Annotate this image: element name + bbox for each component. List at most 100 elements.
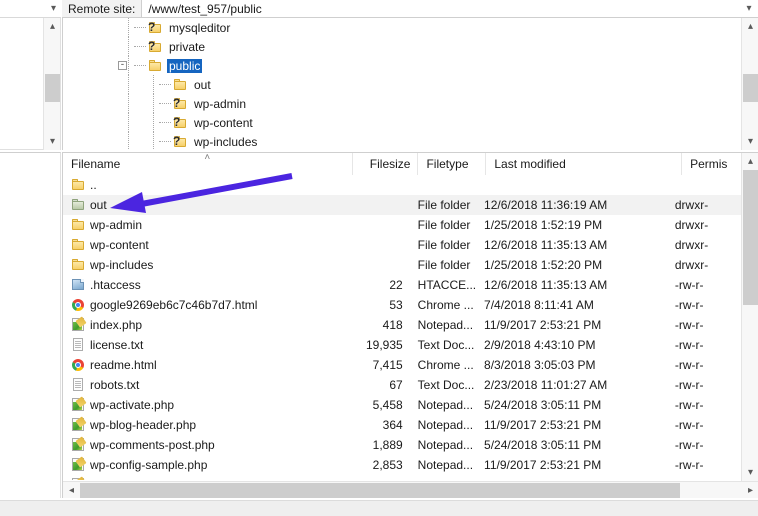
scrollbar-thumb[interactable] (45, 74, 60, 102)
cell-filetype: Notepad... (410, 435, 476, 455)
table-row[interactable]: google9269eb6c7c46b7d7.html53Chrome ...7… (63, 295, 741, 315)
table-row[interactable]: wp-blog-header.php364Notepad...11/9/2017… (63, 415, 741, 435)
column-header-last-modified[interactable]: Last modified (486, 153, 682, 175)
cell-filename[interactable]: .htaccess (63, 275, 345, 295)
tree-collapse-toggle[interactable]: - (118, 61, 127, 70)
table-row[interactable]: .htaccess22HTACCE...12/6/2018 11:35:13 A… (63, 275, 741, 295)
tree-node-public[interactable]: - public (63, 56, 741, 75)
filename-label: wp-admin (90, 218, 142, 232)
tree-node-private[interactable]: ?private (63, 37, 741, 56)
cell-filesize (345, 195, 409, 215)
local-file-list-panel[interactable] (0, 152, 61, 498)
cell-filesize: 53 (345, 295, 409, 315)
tree-node-content[interactable]: public (148, 56, 202, 75)
chevron-down-icon[interactable]: ▾ (742, 464, 758, 481)
cell-filename[interactable]: wp-config-sample.php (63, 455, 345, 475)
scrollbar-thumb[interactable] (743, 74, 758, 102)
tree-node-wp-content[interactable]: ?wp-content (63, 113, 741, 132)
table-row[interactable]: wp-config.php2,573Notepad...11/9/2017 2:… (63, 475, 741, 480)
table-row[interactable]: wp-includesFile folder1/25/2018 1:52:20 … (63, 255, 741, 275)
cell-filetype: Chrome ... (410, 295, 476, 315)
cell-filename[interactable]: wp-blog-header.php (63, 415, 345, 435)
table-row[interactable]: license.txt19,935Text Doc...2/9/2018 4:4… (63, 335, 741, 355)
chevron-down-icon[interactable]: ▾ (44, 133, 61, 150)
chevron-up-icon[interactable]: ▴ (742, 153, 758, 170)
scrollbar-thumb[interactable] (80, 483, 680, 498)
column-header-filetype[interactable]: Filetype (418, 153, 486, 175)
tree-guide-line (153, 113, 154, 132)
remote-tree-vertical-scrollbar[interactable]: ▴ ▾ (741, 18, 758, 150)
tree-tick-line (159, 122, 171, 123)
cell-permissions: drwxr- (667, 215, 741, 235)
cell-filename[interactable]: wp-config.php (63, 475, 345, 480)
table-row[interactable]: wp-config-sample.php2,853Notepad...11/9/… (63, 455, 741, 475)
tree-node-content[interactable]: out (173, 75, 213, 94)
cell-filename[interactable]: wp-content (63, 235, 345, 255)
filename-label: wp-includes (90, 258, 153, 272)
cell-filename[interactable]: wp-comments-post.php (63, 435, 345, 455)
column-header-filesize[interactable]: Filesize (353, 153, 419, 175)
file-list-horizontal-scrollbar[interactable]: ◂ ▸ (63, 481, 758, 498)
cell-last-modified (476, 175, 667, 195)
table-row[interactable]: .. (63, 175, 741, 195)
table-row[interactable]: readme.html7,415Chrome ...8/3/2018 3:05:… (63, 355, 741, 375)
chevron-up-icon[interactable]: ▴ (742, 18, 758, 35)
table-row[interactable]: index.php418Notepad...11/9/2017 2:53:21 … (63, 315, 741, 335)
cell-filename[interactable]: robots.txt (63, 375, 345, 395)
table-row[interactable]: wp-comments-post.php1,889Notepad...5/24/… (63, 435, 741, 455)
table-row[interactable]: wp-adminFile folder1/25/2018 1:52:19 PMd… (63, 215, 741, 235)
tree-node-content[interactable]: ?wp-admin (173, 94, 248, 113)
tree-node-content[interactable]: ?private (148, 37, 207, 56)
chevron-right-icon[interactable]: ▸ (742, 482, 758, 498)
tree-node-out[interactable]: out (63, 75, 741, 94)
tree-guide-line (128, 18, 129, 37)
local-site-combo-strip[interactable]: ▾ (0, 0, 61, 18)
chevron-down-icon[interactable]: ▾ (742, 133, 758, 150)
tree-node-wp-includes[interactable]: ?wp-includes (63, 132, 741, 150)
filename-label: readme.html (90, 358, 157, 372)
cell-last-modified: 1/25/2018 1:52:20 PM (476, 255, 667, 275)
remote-file-list[interactable]: Filename˄FilesizeFiletypeLast modifiedPe… (62, 152, 758, 498)
remote-directory-tree[interactable]: ?mysqleditor?private - publicout?wp-admin?… (62, 18, 758, 150)
cell-filename[interactable]: wp-admin (63, 215, 345, 235)
php-file-icon (71, 318, 85, 332)
file-list-vertical-scrollbar[interactable]: ▴ ▾ (741, 153, 758, 481)
tree-tick-line (134, 65, 146, 66)
cell-filename[interactable]: wp-includes (63, 255, 345, 275)
tree-guide-line (128, 37, 129, 56)
cell-filesize: 67 (345, 375, 409, 395)
column-header-label: Filetype (426, 157, 468, 171)
tree-tick-line (159, 103, 171, 104)
tree-node-content[interactable]: ?wp-content (173, 113, 255, 132)
table-row[interactable]: robots.txt67Text Doc...2/23/2018 11:01:2… (63, 375, 741, 395)
cell-permissions: -rw-r- (667, 395, 741, 415)
tree-node-content[interactable]: ?mysqleditor (148, 18, 232, 37)
chevron-down-icon[interactable]: ▾ (51, 3, 56, 14)
remote-site-input[interactable]: /www/test_957/public (142, 0, 740, 18)
cell-filename[interactable]: index.php (63, 315, 345, 335)
cell-filename[interactable]: .. (63, 175, 345, 195)
local-directory-tree-panel[interactable]: ▴ ▾ (0, 18, 61, 150)
chevron-up-icon[interactable]: ▴ (44, 18, 61, 35)
local-tree-vertical-scrollbar[interactable]: ▴ ▾ (43, 18, 60, 150)
tree-node-content[interactable]: ?wp-includes (173, 132, 259, 150)
status-bar (0, 500, 758, 516)
cell-permissions: -rw-r- (667, 455, 741, 475)
scrollbar-thumb[interactable] (743, 170, 758, 305)
tree-node-wp-admin[interactable]: ?wp-admin (63, 94, 741, 113)
table-row[interactable]: outFile folder12/6/2018 11:36:19 AMdrwxr… (63, 195, 741, 215)
cell-filename[interactable]: out (63, 195, 345, 215)
cell-filename[interactable]: google9269eb6c7c46b7d7.html (63, 295, 345, 315)
table-row[interactable]: wp-activate.php5,458Notepad...5/24/2018 … (63, 395, 741, 415)
file-list-rows[interactable]: ..outFile folder12/6/2018 11:36:19 AMdrw… (63, 175, 741, 480)
cell-filename[interactable]: license.txt (63, 335, 345, 355)
chevron-left-icon[interactable]: ◂ (63, 482, 80, 498)
file-list-column-headers[interactable]: Filename˄FilesizeFiletypeLast modifiedPe… (63, 153, 758, 175)
column-header-filename[interactable]: Filename˄ (63, 153, 353, 175)
cell-filename[interactable]: wp-activate.php (63, 395, 345, 415)
table-row[interactable]: wp-contentFile folder12/6/2018 11:35:13 … (63, 235, 741, 255)
folder-icon (71, 219, 85, 231)
cell-filename[interactable]: readme.html (63, 355, 345, 375)
chevron-down-icon[interactable]: ▾ (740, 0, 758, 18)
tree-node-mysqleditor[interactable]: ?mysqleditor (63, 18, 741, 37)
